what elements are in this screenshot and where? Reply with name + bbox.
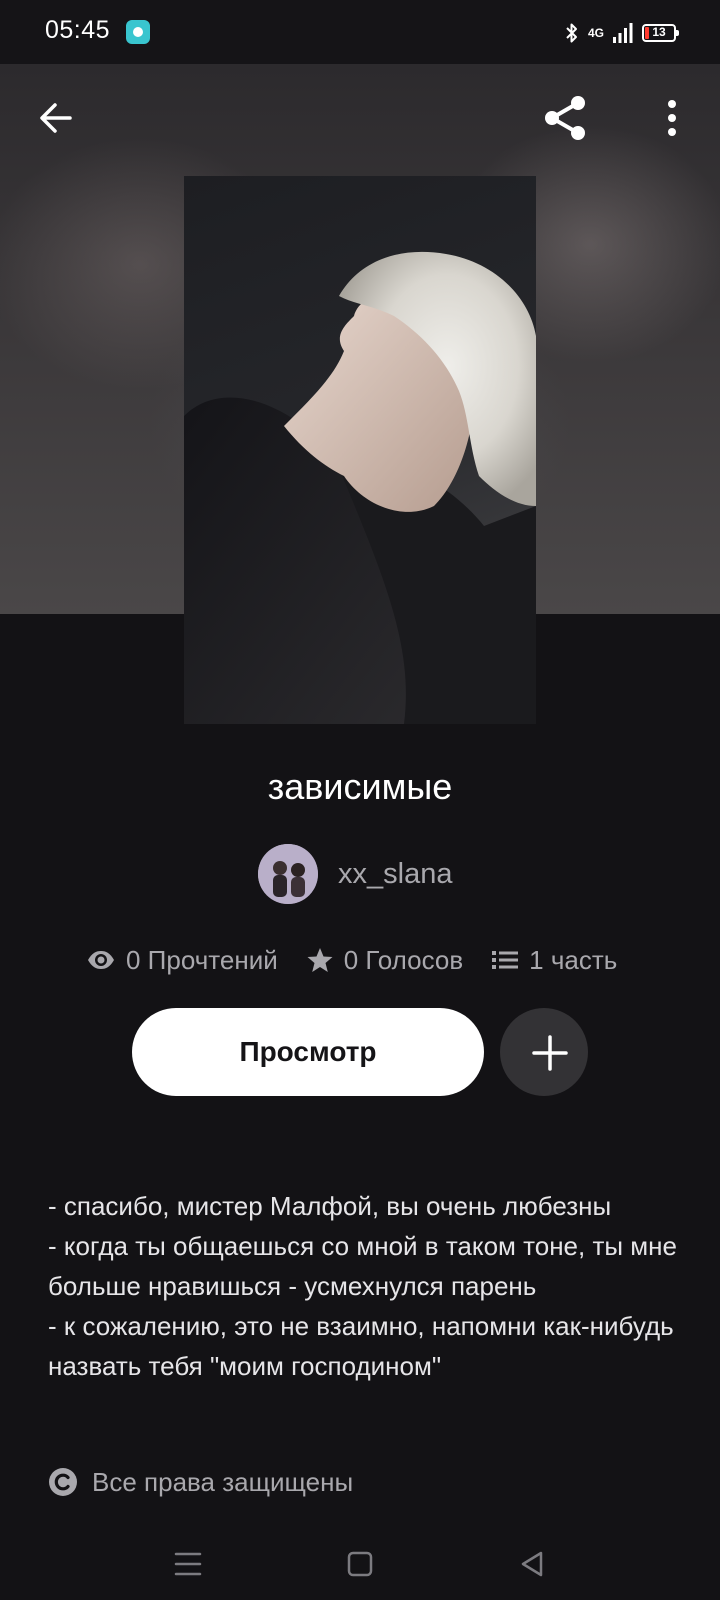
nav-home-button[interactable] — [336, 1540, 384, 1588]
author-avatar[interactable] — [258, 844, 318, 904]
parts-count: 1 часть — [529, 944, 618, 975]
app-notification-icon — [126, 20, 150, 44]
reads-stat: 0 Прочтений — [86, 945, 278, 976]
story-description: - спасибо, мистер Малфой, вы очень любез… — [48, 1191, 677, 1381]
share-icon — [545, 96, 585, 140]
author-name[interactable]: xx_slana — [338, 858, 452, 891]
add-to-library-button[interactable] — [500, 1008, 588, 1096]
triangle-back-icon — [521, 1551, 543, 1577]
home-square-icon — [347, 1551, 373, 1577]
battery-percent: 13 — [652, 25, 666, 39]
menu-icon — [174, 1552, 202, 1576]
story-title: зависимые — [267, 766, 453, 807]
eye-icon — [88, 951, 114, 969]
story-cover[interactable] — [184, 176, 536, 724]
network-type: 4G — [587, 26, 604, 40]
arrow-left-icon — [40, 103, 72, 133]
copyright-icon — [49, 1468, 77, 1496]
view-button[interactable]: Просмотр — [132, 1008, 484, 1096]
status-indicators: 4G 13 — [564, 20, 679, 46]
cover-image — [184, 251, 536, 724]
votes-stat: 0 Голосов — [306, 945, 463, 976]
reads-count: 0 Прочтений — [126, 944, 278, 975]
signal-icon — [613, 23, 633, 43]
star-icon — [307, 948, 333, 972]
copyright-text: Все права защищены — [92, 1466, 354, 1497]
more-vertical-icon — [668, 100, 676, 136]
parts-stat: 1 часть — [491, 945, 617, 976]
story-stats: 0 Прочтений 0 Голосов 1 часть — [86, 940, 646, 980]
plus-icon — [532, 1035, 568, 1071]
votes-count: 0 Голосов — [343, 944, 464, 975]
bluetooth-icon — [566, 23, 577, 43]
system-nav-bar — [0, 1530, 720, 1600]
avatar-image — [258, 844, 318, 904]
nav-recents-button[interactable] — [164, 1540, 212, 1588]
status-time: 05:45 — [45, 16, 111, 44]
nav-back-button[interactable] — [508, 1540, 556, 1588]
more-options-button[interactable] — [652, 92, 692, 144]
share-button[interactable] — [538, 90, 594, 146]
status-bar: 05:45 4G 13 — [0, 0, 720, 64]
back-button[interactable] — [30, 92, 82, 144]
copyright-notice: Все права защищены — [48, 1466, 353, 1498]
battery-icon: 13 — [642, 24, 679, 42]
list-icon — [492, 951, 519, 969]
